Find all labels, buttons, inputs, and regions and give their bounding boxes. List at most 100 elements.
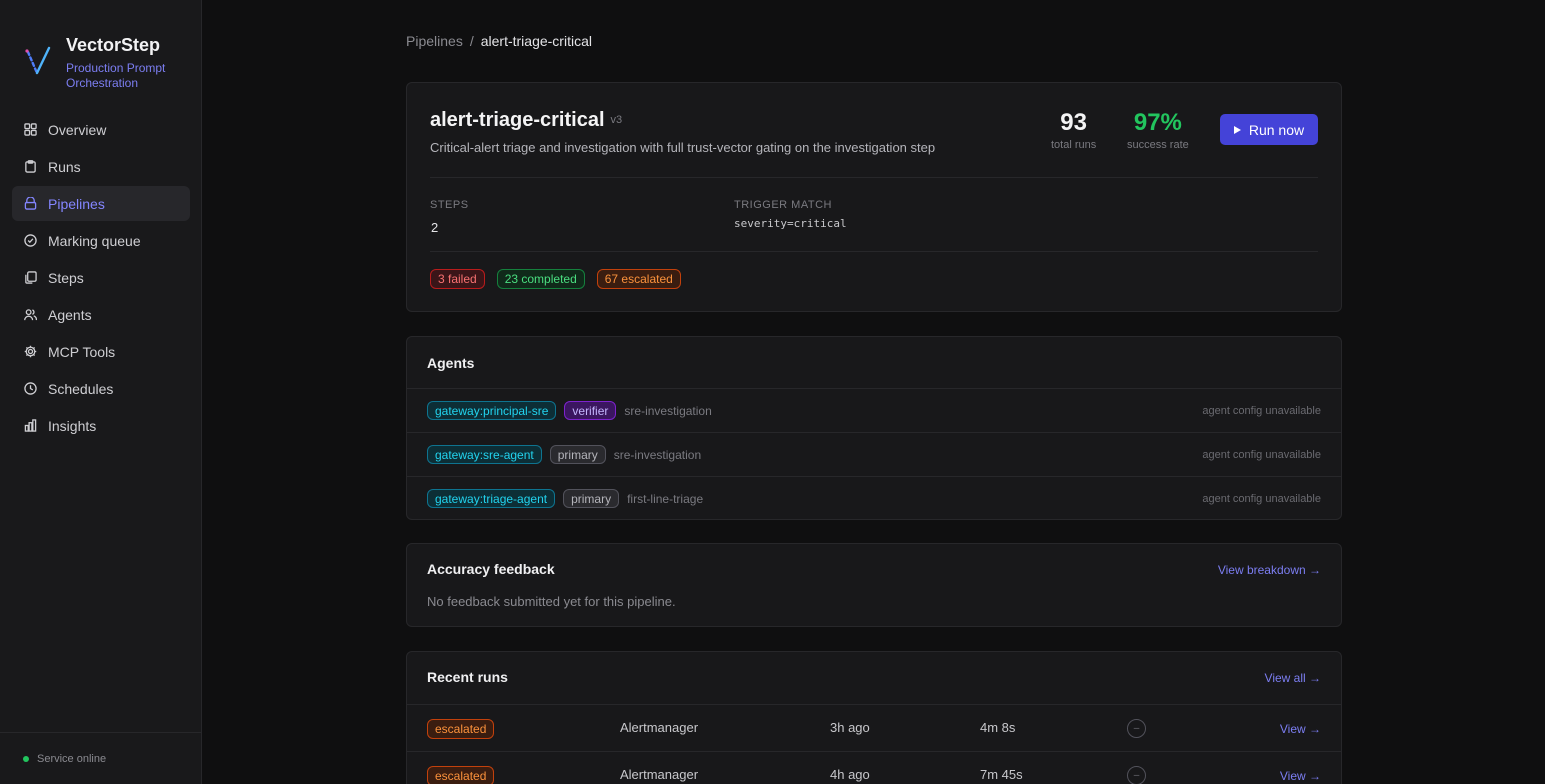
accuracy-feedback-card: Accuracy feedback View breakdown → No fe… [406, 543, 1342, 627]
view-all-runs-link[interactable]: View all → [1265, 671, 1321, 685]
agent-role-tag: primary [563, 489, 620, 508]
success-rate-stat: 97% success rate [1127, 109, 1189, 151]
sidebar-item-runs[interactable]: Runs [12, 149, 190, 184]
trigger-match-label: TRIGGER MATCH [734, 199, 832, 211]
agent-gateway-tag[interactable]: gateway:triage-agent [427, 489, 556, 508]
status-dot-icon [23, 755, 29, 762]
page-title: alert-triage-critical v3 [430, 109, 622, 132]
table-row[interactable]: escalated Alertmanager 3h ago 4m 8s – Vi… [407, 704, 1341, 751]
run-duration: 7m 45s [980, 767, 1023, 782]
table-row[interactable]: escalated Alertmanager 4h ago 7m 45s – V… [407, 751, 1341, 784]
run-status-badge: escalated [427, 766, 495, 784]
pipeline-header-card: alert-triage-critical v3 Critical-alert t… [406, 82, 1342, 312]
divider [430, 177, 1318, 178]
copy-icon [25, 271, 37, 284]
sidebar-item-schedules[interactable]: Schedules [12, 371, 190, 406]
run-marker-icon: – [1127, 766, 1146, 784]
sidebar-item-label: Agents [48, 306, 92, 323]
success-rate-value: 97% [1133, 109, 1182, 136]
run-time: 4h ago [830, 767, 870, 782]
total-runs-stat: 93 total runs [1051, 109, 1096, 151]
breadcrumb-current: alert-triage-critical [480, 33, 592, 49]
sidebar-item-label: Insights [48, 417, 97, 434]
view-breakdown-link[interactable]: View breakdown → [1218, 563, 1321, 577]
brand[interactable]: VectorStep Production Prompt Orchestrati… [24, 34, 186, 91]
agent-role-tag: verifier [564, 401, 617, 420]
accuracy-empty-text: No feedback submitted yet for this pipel… [427, 594, 676, 609]
play-icon [1233, 125, 1241, 134]
layers-icon [24, 197, 37, 210]
sidebar-item-steps[interactable]: Steps [12, 260, 190, 295]
pipeline-version: v3 [610, 114, 623, 126]
agent-gateway-tag[interactable]: gateway:sre-agent [427, 445, 542, 464]
agent-role-tag: primary [549, 445, 606, 464]
agent-row: gateway:principal-sre verifier sre-inves… [407, 388, 1341, 432]
agent-context: sre-investigation [613, 447, 702, 462]
accuracy-title: Accuracy feedback [427, 561, 555, 577]
recent-runs-card: Recent runs View all → escalated Alertma… [406, 651, 1342, 784]
run-marker-icon: – [1127, 719, 1146, 738]
run-now-button[interactable]: Run now [1220, 114, 1318, 145]
agents-card: Agents gateway:principal-sre verifier sr… [406, 336, 1342, 520]
agent-row: gateway:triage-agent primary first-line-… [407, 476, 1341, 520]
run-status-badge: escalated [427, 719, 495, 739]
agent-config-note: agent config unavailable [1202, 404, 1321, 417]
steps-label: STEPS [430, 199, 469, 211]
sidebar-nav: Overview Runs Pipelines Marking queue St… [12, 112, 190, 445]
total-runs-label: total runs [1051, 139, 1097, 151]
steps-value: 2 [431, 220, 439, 235]
total-runs-value: 93 [1060, 109, 1087, 136]
sidebar-item-insights[interactable]: Insights [12, 408, 190, 443]
agent-context: first-line-triage [627, 491, 704, 506]
breadcrumb-pipelines-link[interactable]: Pipelines [406, 33, 463, 49]
agent-config-note: agent config unavailable [1202, 448, 1321, 461]
failed-count-badge: 3 failed [430, 269, 485, 289]
sidebar-item-label: Pipelines [48, 195, 105, 212]
clipboard-icon [25, 160, 36, 173]
users-icon [24, 309, 37, 321]
sidebar-item-label: Steps [48, 269, 84, 286]
brand-name: VectorStep [66, 35, 161, 55]
breadcrumb-separator: / [469, 33, 474, 49]
brand-tagline: Production Prompt Orchestration [66, 61, 166, 90]
breadcrumb: Pipelines / alert-triage-critical [406, 33, 592, 49]
grid-icon [24, 123, 37, 136]
sidebar-item-pipelines[interactable]: Pipelines [12, 186, 190, 221]
escalated-count-badge: 67 escalated [596, 269, 681, 289]
agent-gateway-tag[interactable]: gateway:principal-sre [427, 401, 557, 420]
run-view-link[interactable]: View → [1280, 769, 1321, 783]
sidebar-item-overview[interactable]: Overview [12, 112, 190, 147]
bar-chart-icon [24, 419, 37, 432]
check-circle-icon [24, 234, 37, 247]
service-status: Service online [0, 732, 201, 784]
sidebar-item-agents[interactable]: Agents [12, 297, 190, 332]
completed-count-badge: 23 completed [496, 269, 585, 289]
recent-runs-title: Recent runs [427, 669, 508, 685]
success-rate-label: success rate [1127, 139, 1189, 151]
agent-row: gateway:sre-agent primary sre-investigat… [407, 432, 1341, 476]
agent-config-note: agent config unavailable [1202, 492, 1321, 505]
status-counts: 3 failed 23 completed 67 escalated [430, 269, 693, 289]
run-source: Alertmanager [620, 767, 699, 782]
vectorstep-logo-icon [25, 46, 51, 75]
sidebar-item-label: MCP Tools [48, 343, 116, 360]
sidebar-item-label: Runs [48, 158, 81, 175]
sidebar-item-mcp-tools[interactable]: MCP Tools [12, 334, 190, 369]
sidebar: VectorStep Production Prompt Orchestrati… [0, 0, 202, 784]
run-time: 3h ago [830, 720, 870, 735]
service-status-text: Service online [37, 752, 107, 765]
divider [430, 251, 1318, 252]
sidebar-item-label: Marking queue [48, 232, 141, 249]
run-duration: 4m 8s [980, 720, 1016, 735]
sidebar-item-marking-queue[interactable]: Marking queue [12, 223, 190, 258]
trigger-match-value: severity=critical [734, 217, 847, 230]
clock-icon [24, 382, 37, 395]
pipeline-description: Critical-alert triage and investigation … [430, 140, 936, 155]
run-source: Alertmanager [620, 720, 699, 735]
sidebar-item-label: Overview [48, 121, 107, 138]
run-view-link[interactable]: View → [1280, 722, 1321, 736]
agents-title: Agents [427, 355, 475, 371]
gear-icon [24, 345, 37, 358]
pipeline-name: alert-triage-critical [430, 109, 605, 131]
agent-context: sre-investigation [624, 403, 712, 418]
